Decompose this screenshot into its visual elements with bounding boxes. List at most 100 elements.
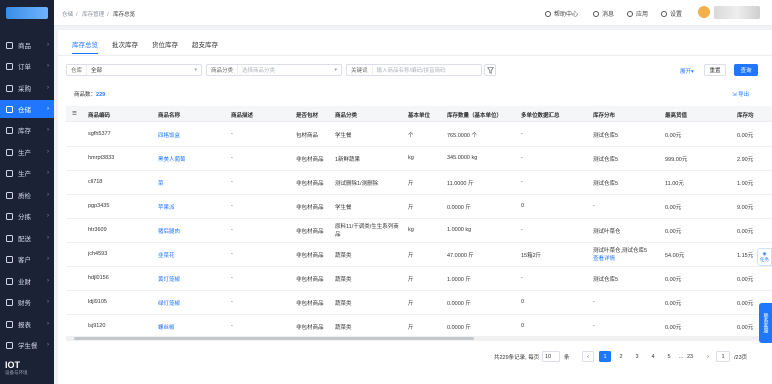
expand-label: 展开 bbox=[680, 69, 692, 75]
menu-icon bbox=[6, 62, 13, 70]
export-button[interactable]: ⇲ 导出 bbox=[732, 90, 749, 98]
sidebar-item[interactable]: 订单 › bbox=[0, 57, 54, 75]
sidebar-item-label: 仓储 bbox=[18, 107, 31, 114]
sidebar-item[interactable]: 客户 › bbox=[0, 250, 54, 268]
gear-icon bbox=[661, 10, 667, 17]
sidebar-item[interactable]: 学生餐 › bbox=[0, 336, 54, 354]
table-header: ☰ 商品编码 商品名称 商品描述 是否包材 商品分类 基本单位 库存数量（基本单… bbox=[66, 106, 772, 122]
user-name-blurred[interactable] bbox=[714, 6, 760, 19]
chevron-right-icon: › bbox=[47, 278, 49, 284]
cell-desc: - bbox=[231, 323, 233, 329]
keyword-input[interactable]: 关键词 输入商品名称/编码/拼音简码 bbox=[346, 64, 482, 76]
page-button[interactable]: 23 bbox=[684, 351, 696, 362]
sidebar-item-label: 订单 bbox=[18, 64, 31, 71]
apps-button[interactable]: 应用 bbox=[627, 9, 648, 18]
page-button[interactable]: 5 bbox=[663, 351, 675, 362]
query-button[interactable]: 查询 bbox=[734, 64, 758, 76]
sidebar-item-label: 采购 bbox=[18, 86, 31, 93]
cell-name[interactable]: 黄灯笼椒 bbox=[158, 275, 180, 283]
sidebar-item[interactable]: 采购 › bbox=[0, 79, 54, 97]
filter-button[interactable] bbox=[484, 64, 496, 76]
scrollbar-thumb[interactable] bbox=[74, 337, 474, 340]
cell-name[interactable]: 菜 bbox=[158, 179, 164, 187]
tab-batch-inventory[interactable]: 批次库存 bbox=[112, 39, 138, 54]
table-row: hdjl0156 黄灯笼椒 - 非包材商品 蔬菜类 斤 1.0000 斤 - 测试仓库5 0.00… bbox=[66, 267, 772, 291]
menu-icon bbox=[6, 169, 13, 177]
menu-icon bbox=[6, 277, 13, 285]
reset-button[interactable]: 重置 bbox=[704, 64, 726, 76]
view-details-link[interactable]: 查看详情 bbox=[593, 255, 663, 263]
category-select[interactable]: 商品分类 选择商品分类 ▾ bbox=[206, 64, 342, 76]
cell-dist: 测试叶菜仓 bbox=[593, 229, 621, 235]
iot-entry[interactable]: IOT 设备与环境 bbox=[0, 356, 54, 384]
page-button[interactable]: 4 bbox=[647, 351, 659, 362]
messages-label: 消息 bbox=[602, 12, 615, 18]
cell-name[interactable]: 绿灯笼椒 bbox=[158, 299, 180, 307]
avatar[interactable] bbox=[698, 6, 710, 18]
cell-name[interactable]: 黑美人葡萄 bbox=[158, 155, 186, 163]
cell-pkg: 非包材商品 bbox=[296, 229, 324, 235]
tab-overspend-inventory[interactable]: 超支库存 bbox=[192, 39, 218, 54]
tab-inventory-overview[interactable]: 库存总览 bbox=[72, 39, 98, 54]
product-count-value: 229 bbox=[96, 92, 106, 98]
page-size-select[interactable]: 10 bbox=[542, 351, 560, 362]
prev-page-button[interactable]: ‹ bbox=[582, 351, 594, 362]
next-page-button[interactable]: › bbox=[702, 351, 714, 362]
sidebar-item[interactable]: 财务 › bbox=[0, 293, 54, 311]
sidebar-item-label: 生产 bbox=[18, 171, 31, 178]
page-button[interactable]: 2 bbox=[615, 351, 627, 362]
apps-label: 应用 bbox=[636, 12, 649, 18]
horizontal-scrollbar[interactable] bbox=[66, 336, 772, 341]
sidebar-item[interactable]: 报表 › bbox=[0, 315, 54, 333]
help-center-button[interactable]: 帮助中心 bbox=[545, 9, 578, 18]
cell-value: 0.00元 bbox=[665, 325, 682, 331]
cell-value: 0.00元 bbox=[665, 133, 682, 139]
page-button[interactable]: 1 bbox=[599, 351, 611, 362]
sidebar-item[interactable]: 生产 › bbox=[0, 143, 54, 161]
sidebar-item[interactable]: 仓储 › bbox=[0, 100, 54, 118]
breadcrumb-item[interactable]: 仓储 bbox=[62, 12, 73, 18]
menu-icon bbox=[6, 41, 13, 49]
table-row: htr3609 猪后腿肉 - 非包材商品 原料11/干调类/生生系列商品 kg 1.0000… bbox=[66, 219, 772, 243]
page-button[interactable]: 3 bbox=[631, 351, 643, 362]
cell-avg: 0.00元 bbox=[737, 301, 754, 307]
cell-pkg: 非包材商品 bbox=[296, 181, 324, 187]
table-row: jch4593 韭菜花 - 非包材商品 蔬菜类 斤 47.0000 斤 15箱2斤 测试叶菜仓,… bbox=[66, 243, 772, 267]
sidebar-item[interactable]: 配送 › bbox=[0, 229, 54, 247]
messages-button[interactable]: 消息 bbox=[593, 9, 614, 18]
customer-service-button[interactable]: 联系客服 bbox=[759, 303, 772, 343]
cell-name[interactable]: 四格饭盒 bbox=[158, 131, 180, 139]
cell-qty: 1.0000 kg bbox=[447, 227, 472, 233]
iot-title: IOT bbox=[5, 360, 20, 370]
task-float-button[interactable]: ◉ 任务 bbox=[757, 248, 772, 266]
sidebar-item-label: 商品 bbox=[18, 43, 31, 50]
table-row: cll718 菜 - 非包材商品 测试删除1/测删除 斤 11.0000 斤 - 测试仓库5 11… bbox=[66, 171, 772, 195]
breadcrumb-item[interactable]: 库存管理 bbox=[82, 12, 104, 18]
expand-link[interactable]: 展开▾ bbox=[680, 67, 694, 75]
warehouse-select[interactable]: 仓库 全部 ▾ bbox=[66, 64, 202, 76]
page-jump-input[interactable]: 1 bbox=[716, 351, 730, 362]
page-size-unit: 条 bbox=[564, 352, 570, 362]
settings-button[interactable]: 设置 bbox=[661, 9, 682, 18]
cell-pkg: 非包材商品 bbox=[296, 157, 324, 163]
column-header: 是否包材 bbox=[296, 113, 319, 119]
column-settings-icon[interactable]: ☰ bbox=[72, 111, 77, 117]
cell-name[interactable]: 螺丝椒 bbox=[158, 323, 175, 331]
keyword-label: 关键词 bbox=[347, 65, 373, 75]
sidebar-item[interactable]: 分拣 › bbox=[0, 207, 54, 225]
sidebar-item[interactable]: 库存 › bbox=[0, 121, 54, 139]
chevron-right-icon: › bbox=[707, 353, 709, 360]
tab-location-inventory[interactable]: 货位库存 bbox=[152, 39, 178, 54]
sidebar-item[interactable]: 质检 › bbox=[0, 186, 54, 204]
chevron-down-icon: ▾ bbox=[334, 67, 337, 73]
column-header: 商品描述 bbox=[231, 113, 254, 119]
sidebar-item[interactable]: 商品 › bbox=[0, 36, 54, 54]
main-card: 库存总览 批次库存 货位库存 超支库存 仓库 全部 ▾ 商品分类 选择商品分类 … bbox=[58, 30, 772, 384]
sidebar-item[interactable]: 生产 › bbox=[0, 164, 54, 182]
cell-qty: 0.0000 斤 bbox=[447, 301, 471, 307]
cell-name[interactable]: 韭菜花 bbox=[158, 251, 175, 259]
cell-name[interactable]: 苹果派 bbox=[158, 203, 175, 211]
category-placeholder: 选择商品分类 bbox=[242, 68, 276, 74]
cell-name[interactable]: 猪后腿肉 bbox=[158, 227, 180, 235]
sidebar-item[interactable]: 业财 › bbox=[0, 272, 54, 290]
